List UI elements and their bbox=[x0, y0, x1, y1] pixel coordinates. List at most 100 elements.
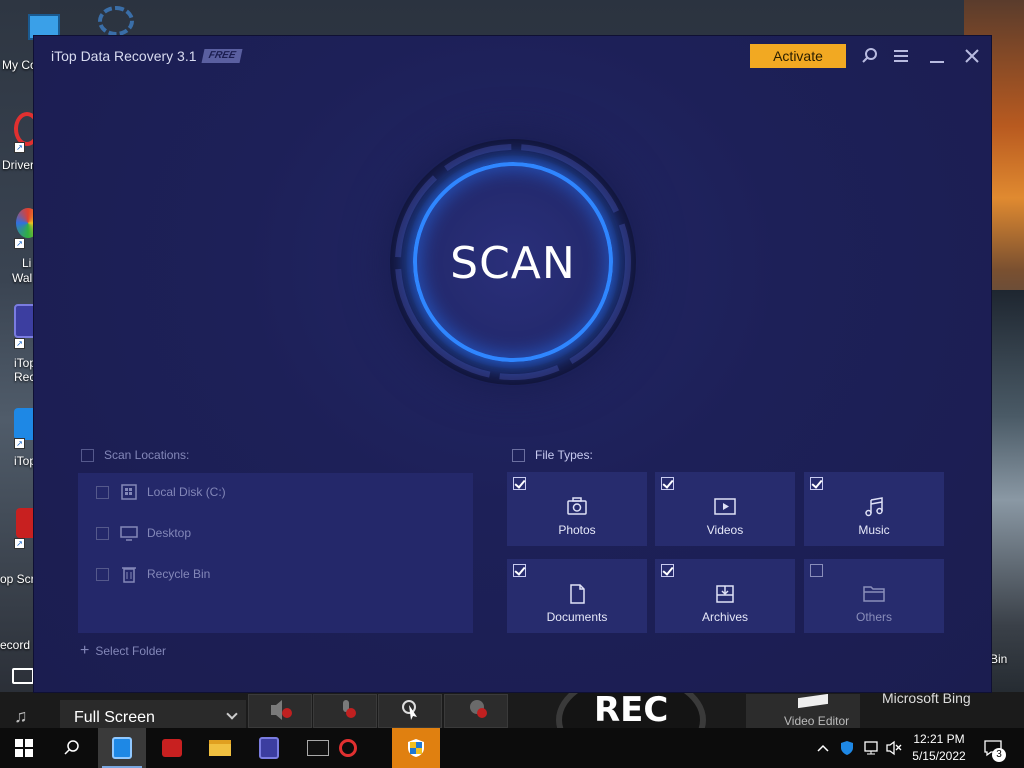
tray-network[interactable] bbox=[863, 740, 881, 756]
start-button[interactable] bbox=[0, 728, 48, 768]
taskbar-itop-screen-recorder[interactable] bbox=[148, 728, 196, 768]
volume-muted-icon bbox=[886, 740, 902, 756]
search-icon bbox=[862, 48, 877, 63]
close-icon bbox=[965, 49, 979, 63]
vpn-shield-icon bbox=[841, 741, 853, 755]
tray-volume[interactable] bbox=[885, 740, 903, 756]
location-checkbox[interactable] bbox=[96, 567, 109, 581]
minimize-icon bbox=[930, 61, 944, 63]
file-type-label: Archives bbox=[701, 610, 748, 624]
camera-icon bbox=[567, 497, 587, 515]
clapperboard-icon bbox=[798, 694, 828, 709]
scan-label: SCAN bbox=[450, 238, 576, 289]
taskbar-driver-booster[interactable] bbox=[324, 728, 372, 768]
tray-itop-vpn[interactable] bbox=[839, 740, 855, 756]
music-icon[interactable]: ♫ bbox=[14, 706, 28, 727]
folder-icon bbox=[209, 740, 231, 756]
itop-data-recovery-icon bbox=[259, 737, 279, 759]
search-icon bbox=[64, 740, 79, 755]
select-folder-button[interactable]: + Select Folder bbox=[80, 642, 166, 660]
file-type-photos[interactable]: Photos bbox=[507, 472, 647, 546]
select-folder-label: Select Folder bbox=[95, 644, 167, 658]
location-local-disk[interactable]: Local Disk (C:) bbox=[96, 483, 226, 501]
location-label: Recycle Bin bbox=[147, 567, 211, 581]
speaker-mute-button[interactable] bbox=[248, 694, 312, 728]
location-checkbox[interactable] bbox=[96, 485, 109, 499]
taskbar-itop-vpn[interactable] bbox=[98, 728, 146, 768]
monitor-icon bbox=[120, 526, 138, 541]
scan-locations-checkbox[interactable] bbox=[81, 448, 94, 462]
itop-vpn-icon bbox=[112, 737, 132, 759]
file-type-archives[interactable]: Archives bbox=[655, 559, 795, 633]
location-recycle-bin[interactable]: Recycle Bin bbox=[96, 565, 210, 583]
webcam-button[interactable] bbox=[444, 694, 508, 728]
shortcut-arrow-icon: ↗ bbox=[14, 142, 25, 153]
itop-screen-recorder-icon bbox=[162, 739, 182, 757]
file-type-label: Music bbox=[858, 523, 890, 537]
chevron-down-icon bbox=[226, 708, 238, 720]
microphone-muted-icon bbox=[343, 700, 356, 718]
search-button[interactable] bbox=[858, 44, 882, 68]
file-types-checkbox[interactable] bbox=[512, 448, 525, 462]
clock-date: 5/15/2022 bbox=[912, 749, 966, 763]
gear-icon[interactable] bbox=[98, 6, 134, 36]
file-type-label: Documents bbox=[546, 610, 608, 624]
taskbar-security[interactable] bbox=[392, 728, 440, 768]
taskbar-itop-data-recovery[interactable] bbox=[245, 728, 293, 768]
recording-mode-label: Full Screen bbox=[74, 709, 155, 726]
chevron-up-icon bbox=[817, 744, 829, 752]
file-type-checkbox[interactable] bbox=[661, 564, 674, 577]
document-icon bbox=[570, 584, 585, 604]
file-type-checkbox[interactable] bbox=[513, 564, 526, 577]
taskbar-file-explorer[interactable] bbox=[196, 728, 244, 768]
menu-button[interactable] bbox=[889, 44, 913, 68]
shortcut-arrow-icon: ↗ bbox=[14, 338, 25, 349]
search-button[interactable] bbox=[48, 728, 96, 768]
close-button[interactable] bbox=[960, 44, 984, 68]
location-desktop[interactable]: Desktop bbox=[96, 524, 191, 542]
scan-button[interactable]: SCAN bbox=[413, 162, 613, 362]
file-type-documents[interactable]: Documents bbox=[507, 559, 647, 633]
desktop-label: Driver bbox=[2, 158, 34, 172]
desktop-label: Li bbox=[22, 256, 32, 270]
file-type-label: Videos bbox=[706, 523, 744, 537]
trash-icon bbox=[122, 567, 136, 583]
desktop-label-line2: Wal bbox=[12, 271, 33, 285]
cursor-click-icon bbox=[402, 700, 417, 720]
speaker-muted-icon bbox=[271, 700, 292, 720]
hamburger-menu-icon bbox=[894, 50, 908, 62]
file-type-checkbox[interactable] bbox=[513, 477, 526, 490]
location-checkbox[interactable] bbox=[96, 526, 109, 540]
minimize-button[interactable] bbox=[925, 44, 949, 68]
desktop-label: ecord bbox=[0, 638, 31, 652]
scan-locations-panel: Local Disk (C:) Desktop Recycle Bin bbox=[78, 473, 473, 633]
mouse-cursor-button[interactable] bbox=[378, 694, 442, 728]
file-types-header[interactable]: File Types: bbox=[512, 448, 593, 462]
activate-button[interactable]: Activate bbox=[750, 44, 846, 68]
shortcut-arrow-icon: ↗ bbox=[14, 438, 25, 449]
taskbar-clock[interactable]: 12:21 PM 5/15/2022 bbox=[904, 731, 974, 765]
show-hidden-icons-button[interactable] bbox=[815, 740, 831, 756]
file-type-music[interactable]: Music bbox=[804, 472, 944, 546]
app-title: iTop Data Recovery 3.1 bbox=[51, 48, 197, 64]
file-types-label: File Types: bbox=[535, 448, 593, 462]
file-type-checkbox[interactable] bbox=[810, 564, 823, 577]
plus-icon: + bbox=[80, 642, 90, 659]
clock-time: 12:21 PM bbox=[913, 732, 965, 746]
title-bar[interactable]: iTop Data Recovery 3.1 FREE Activate bbox=[34, 36, 991, 76]
video-editor-button[interactable]: Video Editor bbox=[746, 694, 860, 728]
file-type-checkbox[interactable] bbox=[661, 477, 674, 490]
file-type-label: Others bbox=[855, 610, 892, 624]
folder-icon bbox=[863, 586, 885, 602]
desktop-label: My Co bbox=[2, 58, 37, 72]
microphone-mute-button[interactable] bbox=[313, 694, 377, 728]
drive-icon bbox=[121, 484, 137, 500]
free-badge: FREE bbox=[201, 49, 243, 63]
record-label: REC bbox=[594, 690, 669, 730]
network-icon bbox=[864, 741, 878, 755]
file-type-videos[interactable]: Videos bbox=[655, 472, 795, 546]
file-type-others[interactable]: Others bbox=[804, 559, 944, 633]
scan-locations-header[interactable]: Scan Locations: bbox=[81, 448, 189, 462]
video-icon bbox=[714, 498, 736, 515]
file-type-checkbox[interactable] bbox=[810, 477, 823, 490]
